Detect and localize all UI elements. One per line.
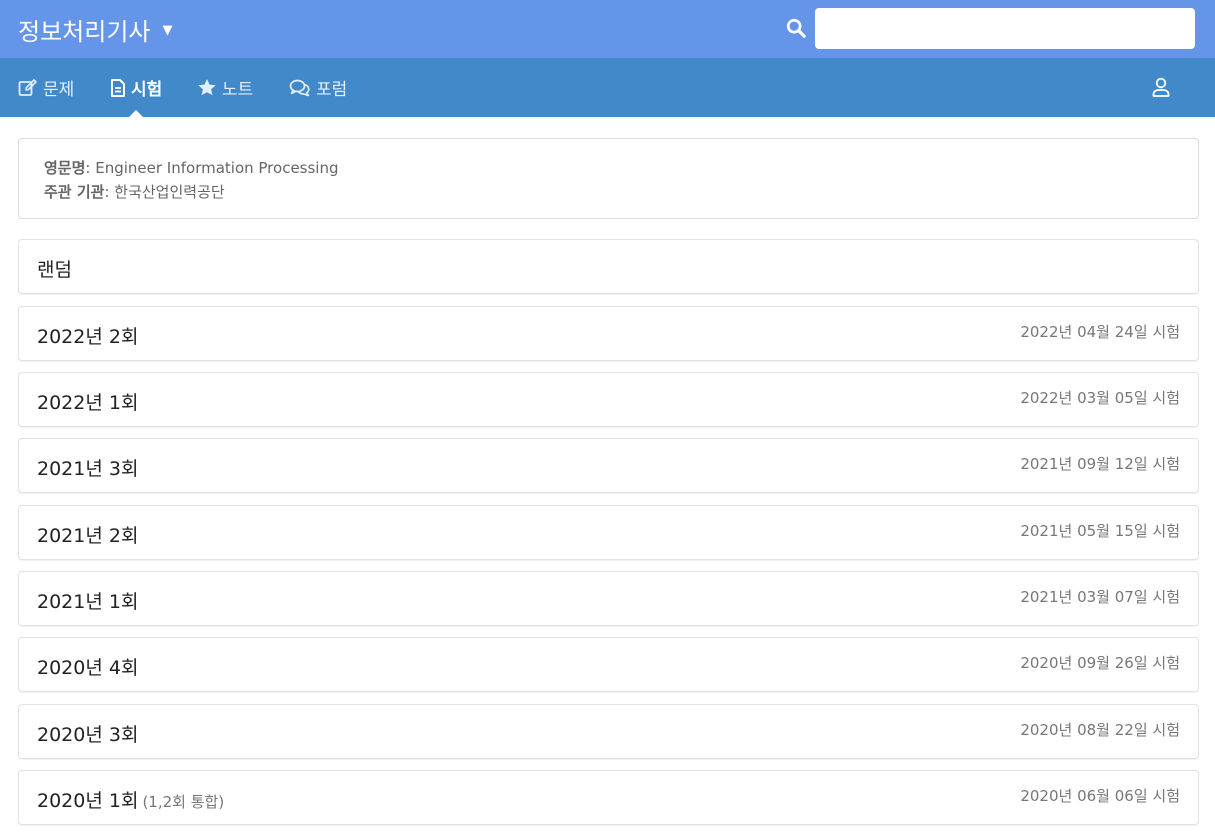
- exam-row[interactable]: 2022년 2회 2022년 04월 24일 시험: [18, 306, 1199, 361]
- exam-row[interactable]: 2022년 1회 2022년 03월 05일 시험: [18, 372, 1199, 427]
- exam-date: 2022년 03월 05일 시험: [1020, 389, 1180, 407]
- chevron-down-icon: ▼: [162, 23, 173, 38]
- exam-info-panel: 영문명: Engineer Information Processing 주관 …: [18, 138, 1199, 219]
- search-input[interactable]: [815, 8, 1195, 49]
- organizer-line: 주관 기관: 한국산업인력공단: [44, 180, 1198, 204]
- tab-label: 노트: [222, 80, 254, 100]
- exam-title: 2022년 1회: [37, 392, 139, 414]
- separator: :: [104, 183, 115, 201]
- exam-row[interactable]: 2021년 2회 2021년 05월 15일 시험: [18, 505, 1199, 560]
- organizer-label: 주관 기관: [44, 183, 105, 201]
- exam-title: 2020년 1회 (1,2회 통합): [37, 790, 225, 812]
- tab-forum[interactable]: 포럼: [289, 58, 347, 117]
- main-nav: 문제 시험 노트 포럼: [0, 58, 1215, 117]
- separator: :: [85, 159, 96, 177]
- exam-date: 2020년 08월 22일 시험: [1020, 721, 1180, 739]
- tab-notes[interactable]: 노트: [197, 58, 253, 117]
- exam-row[interactable]: 2020년 3회 2020년 08월 22일 시험: [18, 704, 1199, 759]
- english-name-value: Engineer Information Processing: [95, 159, 339, 177]
- tab-label: 시험: [131, 80, 163, 100]
- exam-date: 2022년 04월 24일 시험: [1020, 323, 1180, 341]
- english-name-label: 영문명: [44, 159, 86, 177]
- exam-date: 2020년 09월 26일 시험: [1020, 654, 1180, 672]
- tab-label: 문제: [43, 80, 75, 100]
- exam-title: 2021년 3회: [37, 458, 139, 480]
- app-title: 정보처리기사: [18, 17, 151, 46]
- star-icon: [198, 79, 216, 96]
- exam-date: 2021년 09월 12일 시험: [1020, 455, 1180, 473]
- exam-row[interactable]: 2020년 4회 2020년 09월 26일 시험: [18, 637, 1199, 692]
- exam-date: 2020년 06월 06일 시험: [1020, 787, 1180, 805]
- exam-date: 2021년 03월 07일 시험: [1020, 588, 1180, 606]
- exam-title: 2021년 2회: [37, 525, 139, 547]
- exam-title: 2020년 3회: [37, 724, 139, 746]
- exam-title: 랜덤: [37, 259, 72, 281]
- tab-label: 포럼: [316, 80, 348, 100]
- exam-title: 2021년 1회: [37, 591, 139, 613]
- exam-subtitle: (1,2회 통합): [142, 793, 225, 811]
- tab-problems[interactable]: 문제: [18, 58, 74, 117]
- document-icon: [111, 78, 125, 97]
- exam-title: 2022년 2회: [37, 326, 139, 348]
- search-icon[interactable]: [785, 17, 807, 39]
- exam-row[interactable]: 2021년 1회 2021년 03월 07일 시험: [18, 571, 1199, 626]
- top-header: 정보처리기사 ▼: [0, 0, 1215, 58]
- exam-row[interactable]: 2020년 1회 (1,2회 통합) 2020년 06월 06일 시험: [18, 770, 1199, 825]
- exam-row[interactable]: 2021년 3회 2021년 09월 12일 시험: [18, 438, 1199, 493]
- exam-row-random[interactable]: 랜덤: [18, 239, 1199, 294]
- user-icon[interactable]: [1151, 77, 1171, 97]
- exam-title: 2020년 4회: [37, 657, 139, 679]
- edit-icon: [18, 78, 37, 96]
- chat-icon: [289, 79, 310, 96]
- organizer-value: 한국산업인력공단: [114, 183, 225, 201]
- tab-exams[interactable]: 시험: [110, 58, 162, 117]
- app-title-dropdown[interactable]: 정보처리기사 ▼: [18, 12, 172, 46]
- english-name-line: 영문명: Engineer Information Processing: [44, 156, 1198, 180]
- exam-date: 2021년 05월 15일 시험: [1020, 522, 1180, 540]
